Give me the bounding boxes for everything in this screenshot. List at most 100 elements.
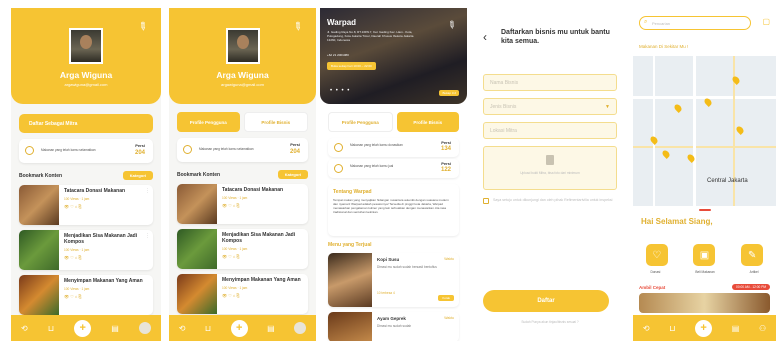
category-button[interactable]: Kategori [122,171,153,180]
avatar-icon[interactable] [138,322,151,334]
document-icon [546,155,554,165]
edit-icon[interactable]: ✎ [290,19,305,34]
article-thumbnail [19,185,59,225]
back-icon[interactable]: ‹ [483,30,487,44]
menu-item[interactable]: Kopi Susu Dimasi mu sudah sudah bersasil … [328,253,459,307]
about-title: Tentang Warpad [333,189,372,195]
store-icon[interactable]: ▤ [111,324,119,333]
tab-user-profile[interactable]: Profile Pengguna [328,112,393,132]
cart-icon[interactable]: ⊔ [48,324,54,333]
tab-business-profile[interactable]: Profile Bisnis [396,112,459,132]
register-business-screen: ‹ Daftarkan bisnis mu untuk bantu kita s… [473,8,627,341]
bookmark-header: Bookmark Konten Kategori [19,171,153,180]
agree-checkbox[interactable] [483,198,489,204]
business-name: Warpad [327,18,357,27]
agree-label: Saya setuju untuk dikunjungi dan oleh pi… [493,198,613,202]
profile-header: ✎ Arga Wiguna argawiguna@gmail.com [11,8,161,104]
stat-value: 204 [134,150,145,156]
map-view[interactable]: Central Jakarta [633,56,776,206]
user-icon[interactable]: ⚇ [759,324,766,333]
profile-tabs: Profile Pengguna Profile Bisnis [177,112,308,132]
user-email: argawiguna@gmail.com [64,82,108,87]
page-title: Daftarkan bisnis mu untuk bantu kita sem… [501,29,610,45]
store-icon[interactable]: ▤ [267,324,275,333]
tab-user-profile[interactable]: Profile Pengguna [177,112,240,132]
tab-business-profile[interactable]: Profile Bisnis [243,112,308,132]
plus-icon[interactable]: + [695,319,713,337]
login-link[interactable]: Sudah Punya akun tinjau/bisnis sesuai ? [473,320,627,324]
time-badge: 00:00 AM - 12:00 PM [732,284,770,290]
donate-icon[interactable]: ♡ [645,244,668,266]
list-item[interactable]: Menyimpan Makanan Yang Aman 100 Views · 1… [19,275,153,315]
carousel-dots[interactable]: • • • • [330,88,350,94]
list-item[interactable]: Tatacara Donasi Makanan 100 Views · 1 jam… [177,184,308,224]
about-text: Tempat makan yang menyajikan hidangan nu… [333,198,449,214]
upload-box[interactable]: Upload bukti Mitra, bisa foto dari minim… [483,146,617,190]
bottom-nav: ⟲ ⊔ + ▤ [11,315,161,341]
leaf-icon [25,146,34,155]
menu-action-button[interactable]: Kotak [438,295,454,301]
map-city-label: Central Jakarta [707,178,748,184]
article-thumbnail [177,274,217,314]
menu-item[interactable]: Ayam Geprek Dimasi mu sudah sudah Waktu [328,312,459,341]
map-pin-icon[interactable] [649,135,659,145]
sheet-handle[interactable] [699,209,711,211]
register-mitra-button[interactable]: Daftar Sebagai Mitra [19,114,153,133]
category-button[interactable]: Kategori [277,170,308,179]
leaf-icon [334,164,343,173]
history-icon[interactable]: ⟲ [179,324,186,333]
search-icon: ⌕ [644,19,648,25]
avatar-icon[interactable] [294,322,307,334]
nearby-title: Makanan Di Sekitar Mu ! [639,44,689,49]
store-icon[interactable]: ▤ [732,324,740,333]
article-thumbnail [177,229,217,269]
more-icon[interactable]: ⋮ [145,233,150,239]
register-button[interactable]: Daftar [483,290,609,312]
stat-card: Makanan yang telah kamu donasikan Persi … [328,138,459,157]
map-pin-icon[interactable] [673,103,683,113]
article-icon[interactable]: ✎ [741,244,764,266]
business-hours: Buka setiap hari 10:00 – 22:00 [327,62,376,70]
category-row: ♡ ▣ ✎ [633,244,776,266]
list-item[interactable]: Tatacara Donasi Makanan 100 Views · 1 jam… [19,185,153,225]
business-name-field[interactable]: Nama Bisnis [483,74,617,91]
cart-icon[interactable]: ⊔ [205,324,211,333]
business-phone: +62 21 2001080 [327,53,349,57]
edit-icon[interactable]: ✎ [135,19,150,34]
map-pin-icon[interactable] [735,125,745,135]
list-item[interactable]: Menjadikan Sisa Makanan Jadi Kompos 100 V… [177,229,308,269]
photo-badge: Bukap 3.2 [439,90,459,96]
home-screen: ⌕ Pencarian ▢ Makanan Di Sekitar Mu ! Ce… [633,8,776,341]
business-type-select[interactable]: Jenis Bisnis ▼ [483,98,617,115]
stat-card: Makanan yang telah kamu jual Persi 122 [328,159,459,178]
stat-card: Makanan yang telah kamu selamatkan Persi… [177,138,308,162]
article-thumbnail [19,275,59,315]
plus-icon[interactable]: + [230,319,248,337]
buy-food-icon[interactable]: ▣ [693,244,716,266]
profile-screen-user: ✎ Arga Wiguna argawiguna@gmail.com Dafta… [11,8,161,341]
about-card: Tentang Warpad Tempat makan yang menyaji… [328,184,459,236]
menu-thumbnail [328,312,372,341]
search-input[interactable]: ⌕ Pencarian [639,16,751,30]
profile-header: ✎ Arga Wiguna argawiguna@gmail.com [169,8,316,104]
plus-icon[interactable]: + [74,319,92,337]
location-field[interactable]: Lokasi Mitra [483,122,617,139]
article-thumbnail [177,184,217,224]
avatar [69,28,103,64]
quick-title: Ambil Cepat [639,285,666,290]
cart-icon[interactable]: ⊔ [669,324,675,333]
user-name: Arga Wiguna [59,70,113,80]
edit-icon[interactable]: ✎ [444,19,457,33]
list-item[interactable]: Menjadikan Sisa Makanan Jadi Kompos 100 V… [19,230,153,270]
business-profile-screen: ✎ Warpad Jl. Gading Raya No.8, RT.1/RW.7… [320,8,467,341]
food-image[interactable] [639,293,770,313]
history-icon[interactable]: ⟲ [643,324,650,333]
article-thumbnail [19,230,59,270]
history-icon[interactable]: ⟲ [21,324,28,333]
more-icon[interactable]: ⋮ [145,188,150,194]
business-address: Jl. Gading Raya No.8, RT.1/RW.7, Kel. Ga… [327,30,414,42]
map-pin-icon[interactable] [661,149,671,159]
list-item[interactable]: Menyimpan Makanan Yang Aman 100 Views · 1… [177,274,308,314]
chat-icon[interactable]: ▢ [762,17,770,26]
menu-header: Menu yang Terjual [328,242,372,248]
